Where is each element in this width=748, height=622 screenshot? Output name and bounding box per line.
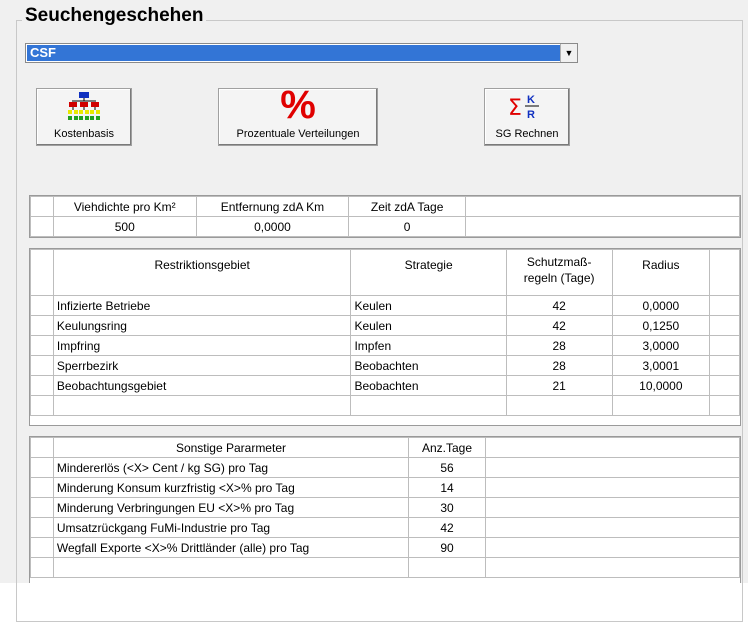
column-header[interactable]: Schutzmaß- regeln (Tage) (505, 249, 613, 296)
row-indicator[interactable] (30, 295, 54, 316)
svg-text:Σ: Σ (508, 96, 522, 121)
chevron-down-icon[interactable]: ▼ (560, 44, 577, 62)
table-cell[interactable]: Beobachten (350, 375, 507, 396)
row-indicator[interactable] (30, 395, 54, 416)
table-cell[interactable]: 28 (505, 355, 613, 376)
row-indicator[interactable] (30, 517, 54, 538)
column-header[interactable]: Viehdichte pro Km² (52, 196, 197, 217)
column-header[interactable]: Entfernung zdA Km (195, 196, 350, 217)
table-cell[interactable]: 42 (505, 315, 613, 336)
table-cell[interactable]: Impfen (350, 335, 507, 356)
row-indicator[interactable] (30, 477, 54, 498)
table-cell[interactable]: 0,0000 (195, 216, 350, 237)
column-header[interactable]: Strategie (350, 249, 507, 296)
table-cell[interactable]: 42 (408, 517, 486, 538)
table-cell[interactable]: 90 (408, 537, 486, 558)
table-cell[interactable]: 28 (505, 335, 613, 356)
table-cell[interactable]: 0,0000 (611, 295, 711, 316)
table-cell[interactable]: Umsatzrückgang FuMi-Industrie pro Tag (52, 517, 410, 538)
table-cell[interactable]: Keulungsring (52, 315, 352, 336)
main-panel: Seuchengeschehen CSF ▼ Kostenbasis % Pro… (0, 0, 748, 622)
row-indicator[interactable] (30, 335, 54, 356)
table-row[interactable]: Minderung Konsum kurzfristig <X>% pro Ta… (30, 477, 740, 498)
hierarchy-icon (68, 92, 100, 120)
prozentuale-verteilungen-button[interactable]: % Prozentuale Verteilungen (218, 83, 378, 146)
sum-formula-icon: Σ K R (508, 94, 539, 121)
svg-text:K: K (527, 94, 535, 106)
table-cell[interactable]: 10,0000 (611, 375, 711, 396)
table-cell[interactable]: 3,0001 (611, 355, 711, 376)
table-cell[interactable]: Wegfall Exporte <X>% Drittländer (alle) … (52, 537, 410, 558)
column-header[interactable]: Radius (611, 249, 711, 296)
table-cell[interactable]: 56 (408, 457, 486, 478)
prozentuale-label: Prozentuale Verteilungen (236, 128, 360, 140)
row-indicator[interactable] (30, 315, 54, 336)
table-cell[interactable]: Keulen (350, 315, 507, 336)
table-row[interactable]: Wegfall Exporte <X>% Drittländer (alle) … (30, 537, 740, 558)
table-row-empty[interactable] (30, 395, 740, 416)
sg-rechnen-button[interactable]: Σ K R SG Rechnen (484, 88, 570, 146)
table-cell[interactable]: 42 (505, 295, 613, 316)
kostenbasis-label: Kostenbasis (54, 128, 114, 140)
table-row[interactable]: Minderung Verbringungen EU <X>% pro Tag … (30, 497, 740, 518)
table-row[interactable]: Mindererlös (<X> Cent / kg SG) pro Tag 5… (30, 457, 740, 478)
sg-rechnen-label: SG Rechnen (495, 128, 559, 140)
row-indicator[interactable] (30, 497, 54, 518)
table-row[interactable]: Infizierte Betriebe Keulen 42 0,0000 (30, 295, 740, 316)
table-row[interactable]: Impfring Impfen 28 3,0000 (30, 335, 740, 356)
row-indicator[interactable] (30, 457, 54, 478)
column-header[interactable]: Sonstige Pararmeter (52, 437, 410, 458)
table-row[interactable]: Beobachtungsgebiet Beobachten 21 10,0000 (30, 375, 740, 396)
table-cell[interactable]: Minderung Verbringungen EU <X>% pro Tag (52, 497, 410, 518)
table-cell[interactable]: Minderung Konsum kurzfristig <X>% pro Ta… (52, 477, 410, 498)
table-row-empty[interactable] (30, 557, 740, 578)
row-indicator[interactable] (30, 216, 54, 237)
disease-select-value[interactable]: CSF (27, 45, 561, 61)
group-title: Seuchengeschehen (22, 4, 207, 28)
table-row[interactable]: Sperrbezirk Beobachten 28 3,0001 (30, 355, 740, 376)
table-row[interactable]: Umsatzrückgang FuMi-Industrie pro Tag 42 (30, 517, 740, 538)
row-indicator[interactable] (30, 437, 54, 458)
column-header[interactable]: Zeit zdA Tage (348, 196, 466, 217)
row-indicator[interactable] (30, 557, 54, 578)
row-indicator[interactable] (30, 196, 54, 217)
row-indicator[interactable] (30, 355, 54, 376)
table-cell[interactable]: 0 (348, 216, 466, 237)
table-cell[interactable]: Sperrbezirk (52, 355, 352, 376)
table-cell[interactable]: 21 (505, 375, 613, 396)
row-indicator[interactable] (30, 375, 54, 396)
table-cell[interactable]: Infizierte Betriebe (52, 295, 352, 316)
disease-select[interactable]: CSF ▼ (25, 43, 578, 63)
column-header[interactable]: Restriktionsgebiet (52, 249, 352, 296)
density-grid[interactable]: Viehdichte pro Km² Entfernung zdA Km Zei… (29, 195, 741, 238)
table-cell[interactable]: Mindererlös (<X> Cent / kg SG) pro Tag (52, 457, 410, 478)
table-cell[interactable]: 14 (408, 477, 486, 498)
other-parameters-grid[interactable]: Sonstige Pararmeter Anz.Tage Mindererlös… (29, 436, 741, 583)
table-cell[interactable]: 0,1250 (611, 315, 711, 336)
table-cell[interactable]: 3,0000 (611, 335, 711, 356)
row-indicator[interactable] (30, 249, 54, 296)
svg-text:R: R (527, 109, 535, 121)
table-cell[interactable]: 30 (408, 497, 486, 518)
kostenbasis-button[interactable]: Kostenbasis (36, 88, 132, 146)
table-cell[interactable]: 500 (52, 216, 197, 237)
restriction-grid[interactable]: Restriktionsgebiet Strategie Schutzmaß- … (29, 248, 741, 426)
table-cell[interactable]: Beobachten (350, 355, 507, 376)
column-header[interactable]: Anz.Tage (408, 437, 486, 458)
table-cell[interactable]: Keulen (350, 295, 507, 316)
percent-icon: % (280, 83, 316, 127)
table-row[interactable]: Keulungsring Keulen 42 0,1250 (30, 315, 740, 336)
table-cell[interactable]: Impfring (52, 335, 352, 356)
table-cell[interactable]: Beobachtungsgebiet (52, 375, 352, 396)
row-indicator[interactable] (30, 537, 54, 558)
